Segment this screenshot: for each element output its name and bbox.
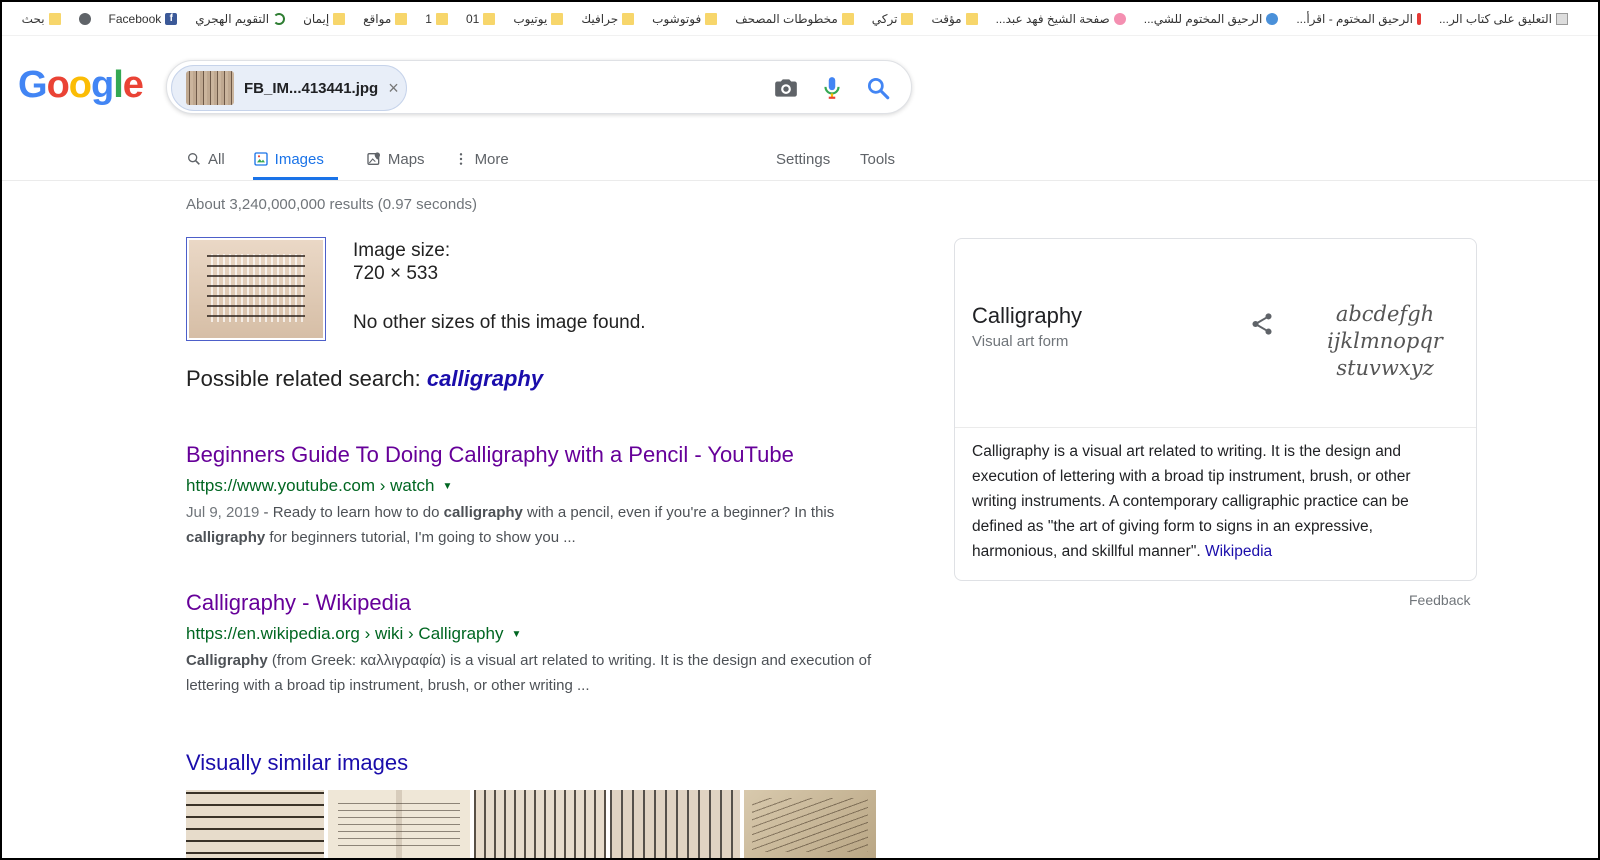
folder-icon — [965, 12, 978, 25]
similar-images-strip — [186, 790, 876, 858]
folder-icon — [901, 12, 914, 25]
search-tabs: All Images Maps More — [186, 142, 537, 180]
bookmark-folder[interactable]: مؤقت — [931, 12, 978, 26]
blue-circle-icon — [1266, 12, 1279, 25]
kp-title: Calligraphy — [972, 303, 1083, 328]
tab-all[interactable]: All — [186, 142, 225, 180]
chip-thumbnail — [186, 71, 234, 105]
chip-close-icon[interactable]: × — [388, 78, 399, 99]
more-vert-icon — [459, 153, 462, 165]
no-other-sizes: No other sizes of this image found. — [353, 312, 646, 333]
bookmark-folder[interactable]: إيمان — [303, 12, 346, 26]
image-chip[interactable]: FB_IM...413441.jpg × — [171, 65, 407, 111]
pin-icon — [1416, 12, 1421, 25]
bookmarks-bar: التعليق على كتاب الر... الرحيق المختوم -… — [2, 2, 1598, 36]
result-title-link[interactable]: Calligraphy - Wikipedia — [186, 590, 876, 616]
visually-similar-heading[interactable]: Visually similar images — [186, 750, 408, 776]
facebook-icon: f — [165, 12, 178, 25]
bookmark-item[interactable]: الرحيق المختوم للشي... — [1144, 12, 1279, 26]
search-box[interactable]: FB_IM...413441.jpg × — [166, 60, 912, 114]
image-size-label: Image size: — [353, 240, 451, 261]
related-search-link[interactable]: calligraphy — [427, 366, 543, 391]
tab-images[interactable]: Images — [252, 142, 338, 180]
similar-image-thumbnail[interactable] — [474, 790, 606, 858]
chip-filename: FB_IM...413441.jpg — [244, 79, 379, 97]
settings-link[interactable]: Settings — [776, 142, 830, 180]
related-search: Possible related search: calligraphy — [186, 366, 544, 391]
tab-more[interactable]: More — [453, 142, 509, 180]
folder-icon — [551, 12, 564, 25]
share-icon[interactable] — [1249, 311, 1275, 337]
bookmark-folder[interactable]: 1 — [425, 12, 448, 26]
pink-icon — [1113, 12, 1126, 25]
folder-icon — [333, 12, 346, 25]
bookmark-folder[interactable]: بحث — [22, 12, 61, 26]
bookmark-folder[interactable]: مخطوطات المصحف — [735, 12, 854, 26]
manuscript-image — [189, 240, 323, 338]
moon-icon — [273, 12, 286, 25]
page-icon — [1556, 12, 1568, 25]
knowledge-panel: Calligraphy Visual art form abcdefgh ijk… — [954, 238, 1477, 581]
bookmark-folder[interactable]: تركي — [872, 12, 914, 26]
folder-icon — [705, 12, 718, 25]
image-size-value: 720 × 533 — [353, 263, 439, 284]
similar-image-thumbnail[interactable] — [610, 790, 740, 858]
kp-description: Calligraphy is a visual art related to w… — [972, 443, 1411, 560]
bookmark-folder[interactable]: مواقع — [363, 12, 408, 26]
kp-calligraphy-image[interactable]: abcdefgh ijklmnopqr stuvwxyz — [1315, 301, 1455, 383]
tools-link[interactable]: Tools — [860, 142, 895, 180]
kp-divider — [955, 427, 1476, 428]
bookmark-folder[interactable]: جرافيك — [581, 12, 635, 26]
wikipedia-link[interactable]: Wikipedia — [1205, 543, 1272, 560]
folder-icon — [483, 12, 496, 25]
result-snippet: Calligraphy (from Greek: καλλιγραφία) is… — [186, 652, 872, 694]
folder-icon — [841, 12, 854, 25]
caret-down-icon[interactable]: ▼ — [511, 629, 521, 640]
bookmark-folder[interactable]: 01 — [466, 12, 496, 26]
kp-subtitle: Visual art form — [972, 333, 1069, 350]
result-snippet: Jul 9, 2019 - Ready to learn how to do c… — [186, 504, 835, 546]
folder-icon — [48, 12, 61, 25]
search-result: Beginners Guide To Doing Calligraphy wit… — [186, 442, 876, 550]
globe-icon — [78, 12, 91, 25]
bookmark-item[interactable]: التعليق على كتاب الر... — [1439, 12, 1568, 26]
folder-icon — [622, 12, 635, 25]
bookmark-item[interactable]: صفحة الشيخ فهد عبد... — [996, 12, 1126, 26]
bookmark-folder[interactable]: فوتوشوب — [652, 12, 718, 26]
bookmark-folder[interactable]: يوتيوب — [513, 12, 564, 26]
result-url: https://www.youtube.com › watch ▼ — [186, 476, 453, 495]
result-title-link[interactable]: Beginners Guide To Doing Calligraphy wit… — [186, 442, 876, 468]
bookmark-item[interactable]: f Facebook — [109, 12, 178, 26]
tab-maps[interactable]: Maps — [366, 142, 425, 180]
search-icon[interactable] — [865, 75, 891, 101]
image-icon — [254, 152, 268, 166]
folder-icon — [395, 12, 408, 25]
header-divider — [2, 180, 1598, 181]
folder-icon — [435, 12, 448, 25]
result-stats: About 3,240,000,000 results (0.97 second… — [186, 196, 478, 213]
bookmark-item[interactable]: الرحيق المختوم - اقرأ... — [1296, 12, 1421, 26]
map-icon — [367, 152, 380, 165]
feedback-link[interactable]: Feedback — [1409, 592, 1470, 608]
result-url: https://en.wikipedia.org › wiki › Callig… — [186, 624, 522, 643]
bookmark-item[interactable]: التقويم الهجري — [195, 12, 286, 26]
microphone-icon[interactable] — [819, 75, 845, 101]
similar-image-thumbnail[interactable] — [328, 790, 470, 858]
query-image-thumbnail[interactable] — [186, 237, 326, 341]
camera-icon[interactable] — [773, 75, 799, 101]
bookmark-item[interactable] — [78, 12, 91, 25]
similar-image-thumbnail[interactable] — [186, 790, 324, 858]
search-icon — [188, 153, 200, 165]
caret-down-icon[interactable]: ▼ — [443, 481, 453, 492]
similar-image-thumbnail[interactable] — [744, 790, 876, 858]
search-result: Calligraphy - Wikipedia https://en.wikip… — [186, 590, 876, 698]
browser-viewport: التعليق على كتاب الر... الرحيق المختوم -… — [0, 0, 1600, 860]
google-logo[interactable]: Google — [18, 64, 144, 107]
